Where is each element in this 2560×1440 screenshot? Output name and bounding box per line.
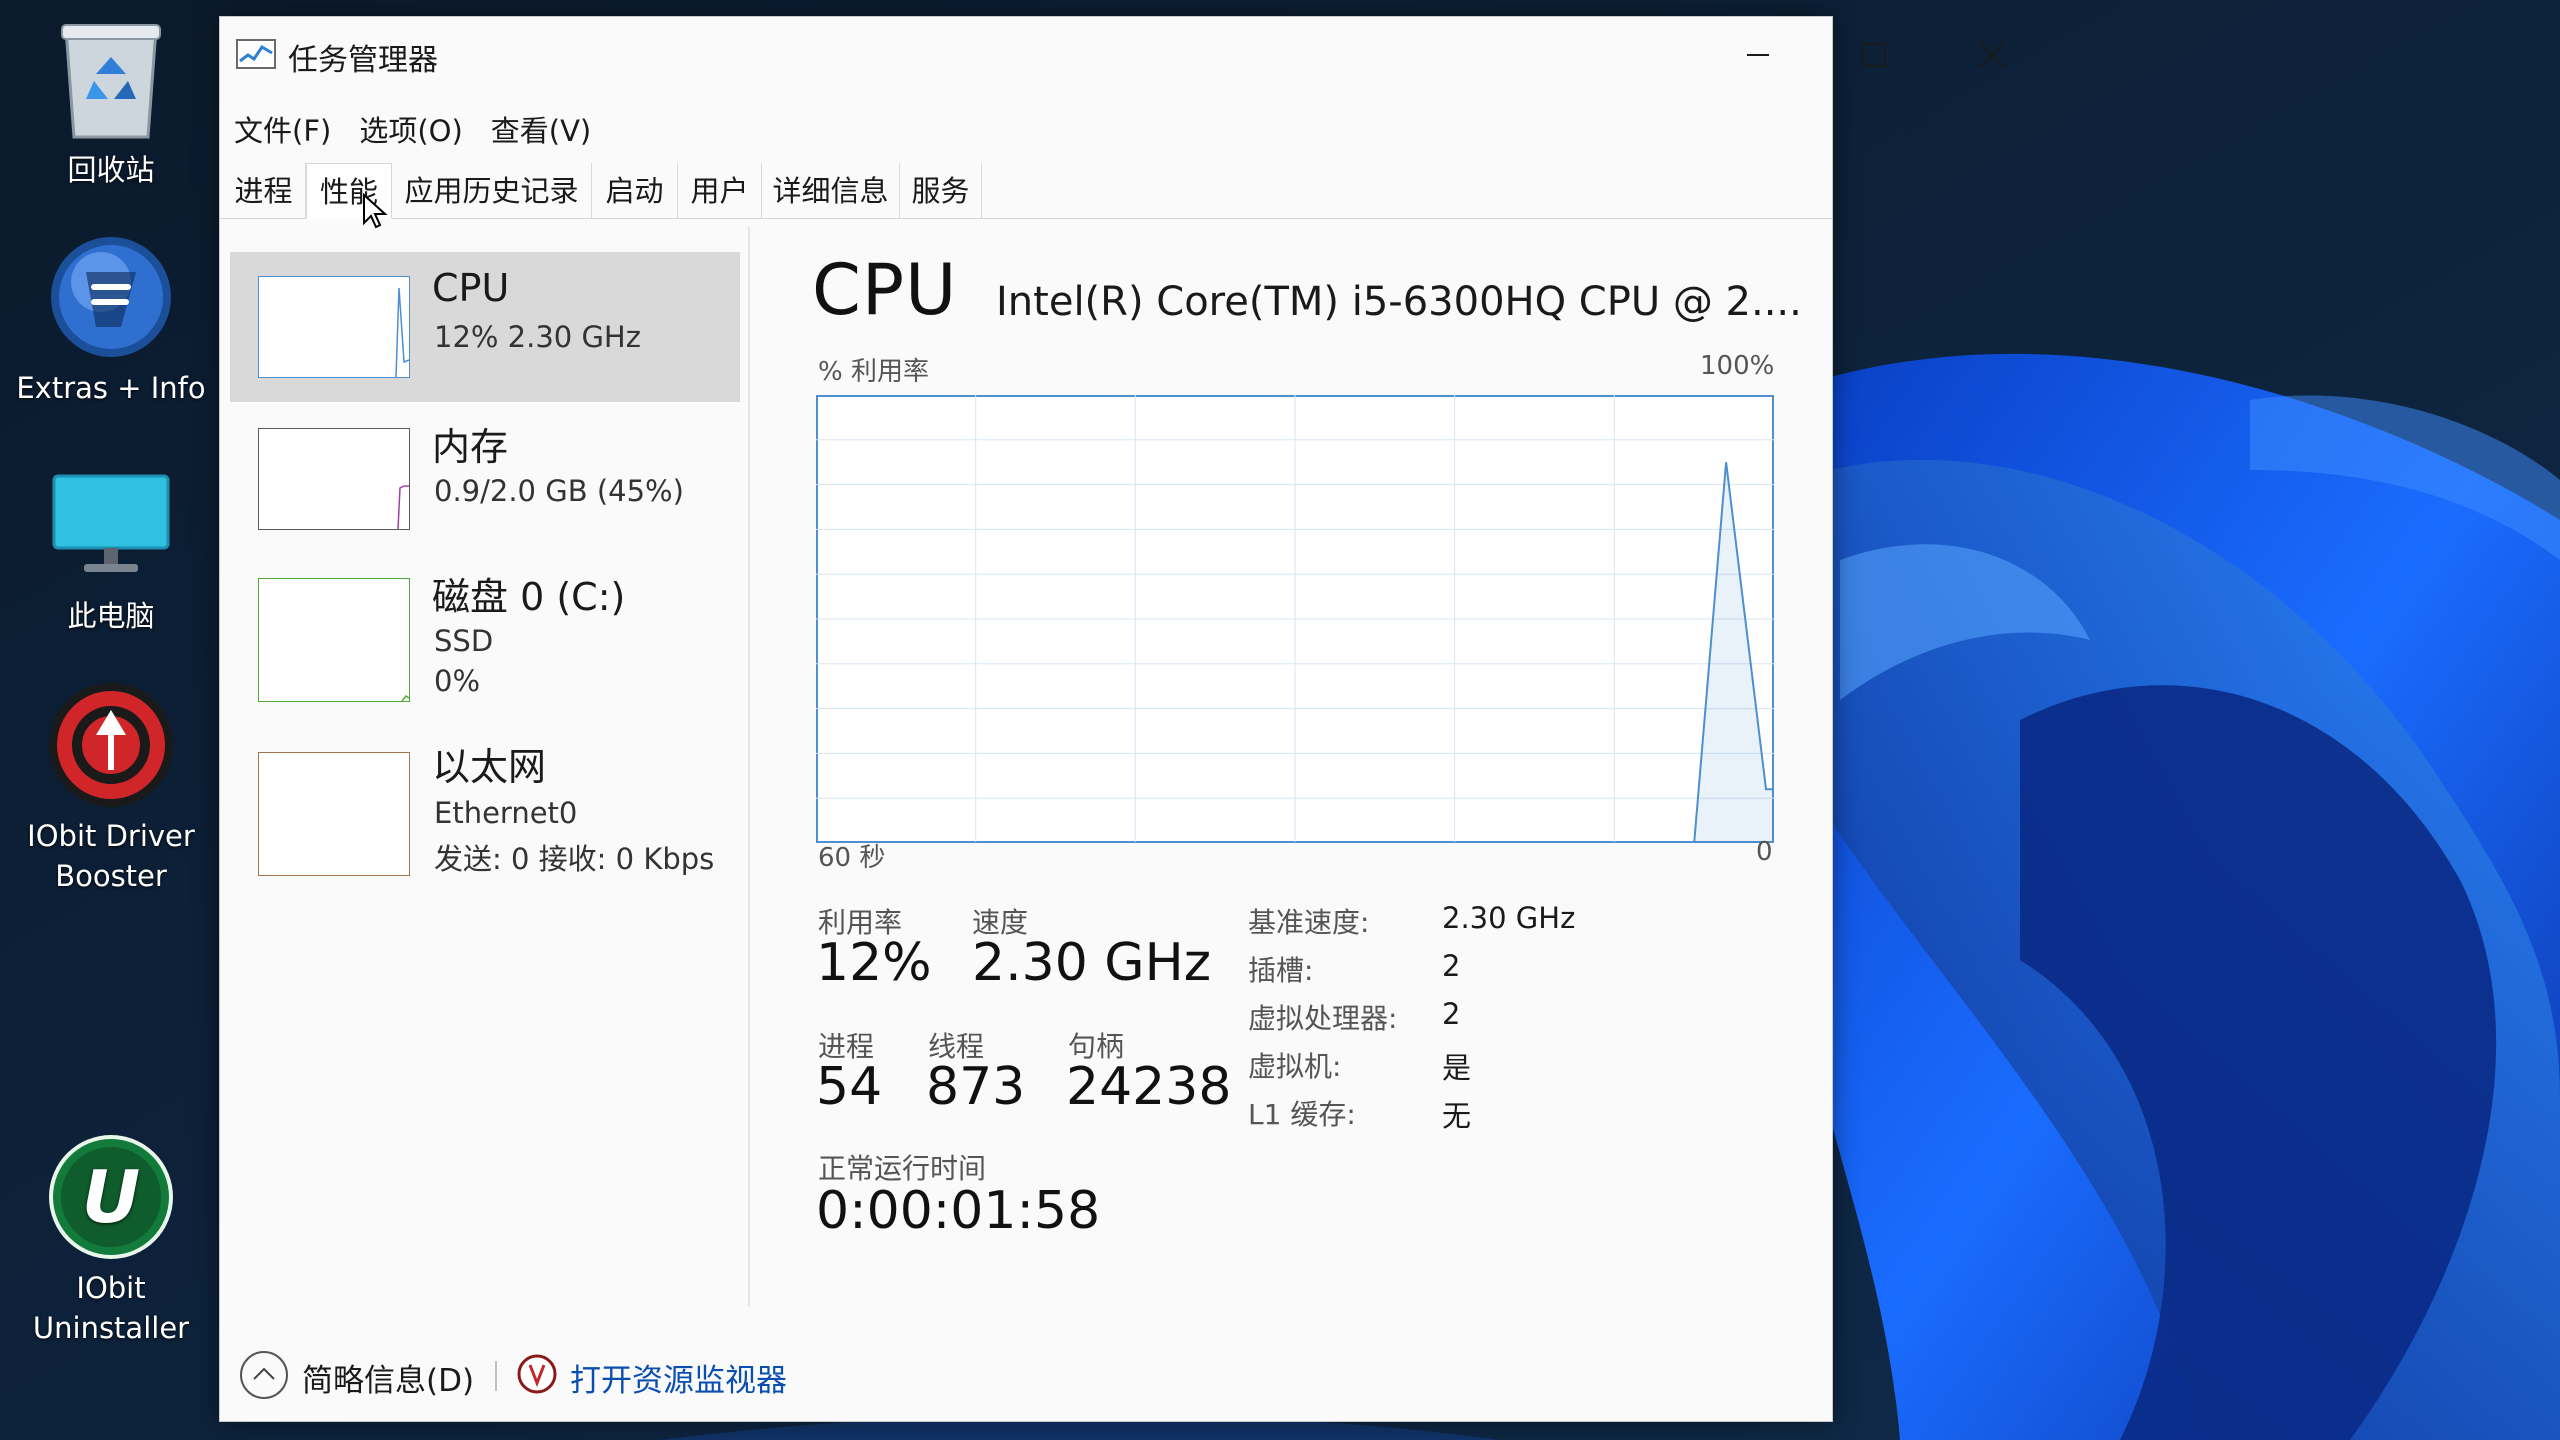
resource-stat: Ethernet0: [434, 796, 578, 830]
menu-bar: 文件(F) 选项(O) 查看(V): [220, 109, 605, 153]
recycle-bin-icon: [46, 14, 176, 144]
driver-booster-icon: [46, 680, 176, 810]
tab-app-history[interactable]: 应用历史记录: [392, 163, 592, 219]
menu-view[interactable]: 查看(V): [477, 109, 605, 153]
footer-bar: 简略信息(D) 打开资源监视器: [220, 1327, 1832, 1423]
minimize-icon: [1747, 54, 1769, 56]
close-icon: [1979, 42, 2005, 68]
resource-item-ethernet[interactable]: 以太网 Ethernet0 发送: 0 接收: 0 Kbps: [230, 728, 740, 878]
ethernet-sparkline: [258, 752, 410, 876]
desktop-icon-label: Extras + Info: [16, 371, 206, 405]
spec-value-sockets: 2: [1442, 949, 1461, 983]
graph-x-right-label: 0: [1756, 837, 1773, 867]
tab-services[interactable]: 服务: [900, 163, 982, 219]
spec-key-virtual-machine: 虚拟机:: [1248, 1050, 1342, 1083]
menu-options[interactable]: 选项(O): [345, 109, 476, 153]
fewer-details-link[interactable]: 简略信息(D): [302, 1355, 474, 1400]
resource-item-disk[interactable]: 磁盘 0 (C:) SSD 0%: [230, 552, 740, 702]
cpu-model-name: Intel(R) Core(TM) i5-6300HQ CPU @ 2....: [996, 279, 1802, 325]
svg-text:U: U: [82, 1155, 140, 1239]
footer-separator: [495, 1361, 497, 1391]
resource-stat-secondary: 0%: [434, 664, 481, 698]
extras-info-icon: [46, 232, 176, 362]
resource-name: 内存: [432, 425, 509, 469]
spec-key-base-speed: 基准速度:: [1248, 906, 1370, 939]
speed-value: 2.30 GHz: [972, 933, 1212, 993]
resource-name: 以太网: [432, 745, 547, 789]
tab-users[interactable]: 用户: [678, 163, 762, 219]
spec-value-l1-cache: 无: [1442, 1099, 1472, 1133]
menu-file[interactable]: 文件(F): [220, 109, 345, 153]
desktop-icon-recycle-bin[interactable]: 回收站: [8, 14, 214, 190]
resource-stat: SSD: [434, 624, 494, 658]
desktop-icon-label: IObit Uninstaller: [32, 1271, 190, 1345]
resource-stat: 0.9/2.0 GB (45%): [434, 474, 684, 508]
graph-y-label: % 利用率: [818, 357, 929, 387]
resource-item-cpu[interactable]: CPU 12% 2.30 GHz: [230, 252, 740, 402]
cpu-sparkline: [258, 276, 410, 378]
resource-stat-secondary: 发送: 0 接收: 0 Kbps: [434, 842, 715, 876]
desktop-icon-this-pc[interactable]: 此电脑: [8, 460, 214, 636]
spec-value-virtual-processors: 2: [1442, 997, 1461, 1031]
utilization-value: 12%: [816, 933, 932, 993]
graph-y-max-label: 100%: [1700, 351, 1775, 381]
resource-name: 磁盘 0 (C:): [432, 575, 626, 619]
open-resource-monitor-link[interactable]: 打开资源监视器: [570, 1355, 787, 1400]
tab-bar: 进程 性能 应用历史记录 启动 用户 详细信息 服务: [220, 157, 1832, 229]
task-manager-app-icon: [236, 39, 276, 69]
fewer-details-toggle[interactable]: [240, 1351, 288, 1399]
resource-name: CPU: [432, 266, 510, 310]
title-bar[interactable]: 任务管理器: [220, 17, 2005, 87]
tab-startup[interactable]: 启动: [592, 163, 678, 219]
spec-key-virtual-processors: 虚拟处理器:: [1248, 1002, 1398, 1035]
minimize-button[interactable]: [1728, 31, 1788, 79]
processes-value: 54: [816, 1057, 883, 1117]
detail-title: CPU: [812, 249, 958, 331]
tab-details[interactable]: 详细信息: [762, 163, 900, 219]
spec-key-l1-cache: L1 缓存:: [1248, 1098, 1356, 1131]
maximize-button[interactable]: [1844, 31, 1904, 79]
resource-list: CPU 12% 2.30 GHz 内存 0.9/2.0 GB (45%) 磁盘 …: [220, 220, 750, 1300]
uptime-value: 0:00:01:58: [816, 1181, 1101, 1241]
desktop-icon-iobit-driver-booster[interactable]: IObit Driver Booster: [8, 680, 214, 896]
task-manager-window: 任务管理器 文件(F) 选项(O) 查看(V) 进程 性能 应用历史记录 启动 …: [219, 16, 2005, 1423]
disk-sparkline: [258, 578, 410, 702]
desktop-icon-label: 此电脑: [67, 599, 155, 633]
spec-value-base-speed: 2.30 GHz: [1442, 901, 1576, 935]
close-button[interactable]: [1962, 31, 2022, 79]
desktop-icon-label: 回收站: [67, 153, 155, 187]
maximize-icon: [1862, 43, 1886, 67]
monitor-icon: [46, 460, 176, 590]
graph-x-left-label: 60 秒: [818, 843, 886, 873]
resource-monitor-icon: [517, 1354, 557, 1394]
handles-value: 24238: [1066, 1057, 1232, 1117]
threads-value: 873: [926, 1057, 1026, 1117]
desktop-icon-label: IObit Driver Booster: [27, 819, 195, 893]
window-title: 任务管理器: [288, 43, 438, 78]
cpu-utilization-graph: [816, 395, 1774, 843]
chevron-up-icon: [253, 1367, 275, 1380]
desktop-icon-extras-info[interactable]: Extras + Info: [8, 232, 214, 408]
spec-key-sockets: 插槽:: [1248, 954, 1314, 987]
resource-item-memory[interactable]: 内存 0.9/2.0 GB (45%): [230, 402, 740, 552]
iobit-uninstaller-icon: U: [46, 1132, 176, 1262]
tab-processes[interactable]: 进程: [222, 163, 306, 219]
memory-sparkline: [258, 428, 410, 530]
resource-stat: 12% 2.30 GHz: [434, 320, 641, 354]
spec-value-virtual-machine: 是: [1442, 1051, 1472, 1085]
pane-divider[interactable]: [748, 227, 750, 1307]
desktop-icon-iobit-uninstaller[interactable]: U IObit Uninstaller: [8, 1132, 214, 1348]
